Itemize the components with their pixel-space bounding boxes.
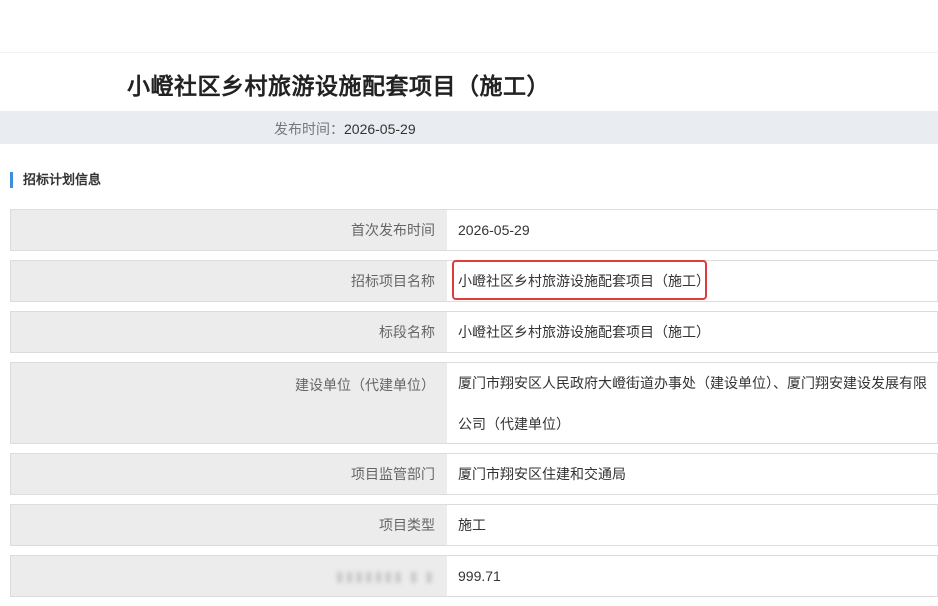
row-value: 小嶝社区乡村旅游设施配套项目（施工） [447, 312, 937, 352]
row-value: 厦门市翔安区住建和交通局 [447, 454, 937, 494]
row-value: 厦门市翔安区人民政府大嶝街道办事处（建设单位）、厦门翔安建设发展有限公司（代建单… [447, 363, 937, 443]
bid-plan-info-table: 首次发布时间 2026-05-29 招标项目名称 小嶝社区乡村旅游设施配套项目（… [10, 209, 938, 606]
table-row-construction-unit: 建设单位（代建单位） 厦门市翔安区人民政府大嶝街道办事处（建设单位）、厦门翔安建… [10, 362, 938, 444]
row-value: 小嶝社区乡村旅游设施配套项目（施工） [447, 261, 937, 301]
table-row-section-name: 标段名称 小嶝社区乡村旅游设施配套项目（施工） [10, 311, 938, 353]
publish-date-value: 2026-05-29 [344, 121, 416, 137]
row-label: ▮▮▮▮▮▮▮ ▮ ▮ [11, 556, 447, 596]
row-label: 项目类型 [11, 505, 447, 545]
row-label: 项目监管部门 [11, 454, 447, 494]
top-strip [0, 0, 938, 53]
row-value: 施工 [447, 505, 937, 545]
table-row-project-type: 项目类型 施工 [10, 504, 938, 546]
row-value: 999.71 [447, 556, 937, 596]
table-row-supervision-department: 项目监管部门 厦门市翔安区住建和交通局 [10, 453, 938, 495]
publish-info: 发布时间：2026-05-29 [274, 119, 416, 139]
publish-info-bar: 发布时间：2026-05-29 [0, 111, 938, 144]
table-row-amount: ▮▮▮▮▮▮▮ ▮ ▮ 999.71 [10, 555, 938, 597]
table-row-first-publish-time: 首次发布时间 2026-05-29 [10, 209, 938, 251]
publish-date-label: 发布时间： [274, 121, 344, 137]
blurred-label-text: ▮▮▮▮▮▮▮ ▮ ▮ [335, 567, 435, 584]
table-row-project-name: 招标项目名称 小嶝社区乡村旅游设施配套项目（施工） [10, 260, 938, 302]
row-label: 首次发布时间 [11, 210, 447, 250]
row-label: 建设单位（代建单位） [11, 363, 447, 443]
page-title: 小嶝社区乡村旅游设施配套项目（施工） [127, 73, 550, 99]
row-value: 2026-05-29 [447, 210, 937, 250]
row-label: 标段名称 [11, 312, 447, 352]
row-label: 招标项目名称 [11, 261, 447, 301]
section-header-bid-plan: 招标计划信息 [10, 172, 101, 188]
